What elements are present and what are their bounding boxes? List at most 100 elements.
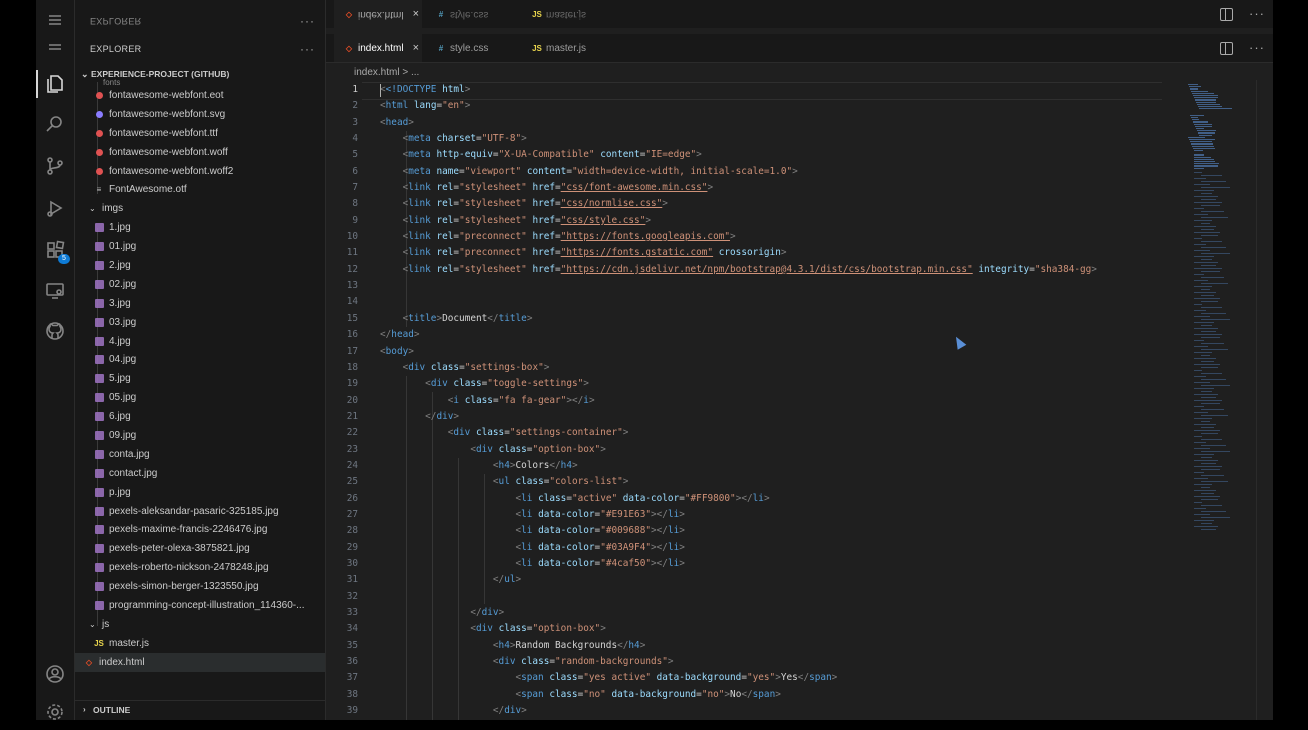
source-control-icon[interactable] — [36, 148, 74, 184]
file-tree-item[interactable]: pexels-roberto-nickson-2478248.jpg — [75, 558, 325, 577]
code-line[interactable]: 28 <li data-color="#009688"></li> — [326, 523, 1186, 539]
code-line[interactable]: 4 <meta charset="UTF-8"> — [326, 131, 1186, 147]
code-line[interactable]: 11 <link rel="preconnect" href="https://… — [326, 245, 1186, 261]
code-line[interactable]: 26 <li class="active" data-color="#FF980… — [326, 491, 1186, 507]
file-tree-item[interactable]: 3.jpg — [75, 294, 325, 313]
extensions-icon[interactable]: 5 — [36, 232, 74, 268]
code-line[interactable]: 15 <title>Document</title> — [326, 311, 1186, 327]
code-line[interactable]: 6 <meta name="viewport" content="width=d… — [326, 164, 1186, 180]
file-tree-item[interactable]: 03.jpg — [75, 313, 325, 332]
code-line[interactable]: 21 </div> — [326, 409, 1186, 425]
file-tree-item[interactable]: pexels-aleksandar-pasaric-325185.jpg — [75, 502, 325, 521]
code-line[interactable]: 12 <link rel="stylesheet" href="https://… — [326, 262, 1186, 278]
file-tree-item[interactable]: 09.jpg — [75, 426, 325, 445]
code-line[interactable]: 38 <span class="no" data-background="no"… — [326, 687, 1186, 703]
more-actions-icon[interactable]: ··· — [300, 14, 315, 28]
code-line[interactable]: 8 <link rel="stylesheet" href="css/norml… — [326, 196, 1186, 212]
folder-fonts-partial[interactable]: fonts — [75, 78, 325, 86]
run-debug-icon[interactable] — [36, 190, 74, 226]
code-line[interactable]: 36 <div class="random-backgrounds"> — [326, 654, 1186, 670]
file-tree-item[interactable]: 1.jpg — [75, 218, 325, 237]
file-tree-item[interactable]: 2.jpg — [75, 256, 325, 275]
code-line[interactable]: 20 <i class="fa fa-gear"></i> — [326, 393, 1186, 409]
file-tree-item[interactable]: fontawesome-webfont.woff — [75, 143, 325, 162]
code-line[interactable]: 32 — [326, 589, 1186, 605]
file-tree-item[interactable]: fontawesome-webfont.svg — [75, 105, 325, 124]
code-line[interactable]: 17 <body> — [326, 344, 1186, 360]
tab-master-js-mirrored[interactable]: JS master.js — [522, 0, 618, 28]
code-line[interactable]: 16 </head> — [326, 327, 1186, 343]
breadcrumb[interactable]: index.html > ... — [354, 67, 419, 78]
outline-section[interactable]: › OUTLINE — [75, 700, 325, 718]
file-tree-item[interactable]: 05.jpg — [75, 388, 325, 407]
code-line[interactable]: 18 <div class="settings-box"> — [326, 360, 1186, 376]
tab-index-html[interactable]: ◇ index.html × — [334, 34, 422, 62]
code-line[interactable]: 19 <div class="toggle-settings"> — [326, 376, 1186, 392]
code-line[interactable]: 24 <h4>Colors</h4> — [326, 458, 1186, 474]
file-tree-item[interactable]: 01.jpg — [75, 237, 325, 256]
account-icon[interactable] — [36, 656, 74, 692]
file-tree-item[interactable]: 02.jpg — [75, 275, 325, 294]
remote-explorer-icon[interactable] — [36, 273, 74, 309]
file-tree-item[interactable]: pexels-maxime-francis-2246476.jpg — [75, 520, 325, 539]
file-tree-item[interactable]: pexels-peter-olexa-3875821.jpg — [75, 539, 325, 558]
folder-imgs[interactable]: ⌄ imgs — [75, 199, 325, 218]
tab-master-js[interactable]: JS master.js — [522, 34, 618, 62]
file-tree-item[interactable]: 6.jpg — [75, 407, 325, 426]
code-line[interactable]: 22 <div class="settings-container"> — [326, 425, 1186, 441]
more-actions-icon[interactable]: ··· — [1249, 41, 1265, 55]
file-tree-item[interactable]: fontawesome-webfont.ttf — [75, 124, 325, 143]
code-line[interactable]: 9 <link rel="stylesheet" href="css/style… — [326, 213, 1186, 229]
code-line[interactable]: 1 <<!DOCTYPE html> — [326, 82, 1186, 98]
tab-style-css-mirrored[interactable]: # style.css — [426, 0, 516, 28]
code-line[interactable]: 23 <div class="option-box"> — [326, 442, 1186, 458]
file-tree-item[interactable]: 04.jpg — [75, 350, 325, 369]
menu-icon-mirrored[interactable] — [36, 30, 74, 66]
code-line[interactable]: 31 </ul> — [326, 572, 1186, 588]
close-icon[interactable]: × — [413, 42, 419, 54]
file-tree-item[interactable]: ◇ index.html — [75, 652, 325, 672]
file-tree-item[interactable]: JS master.js — [75, 634, 325, 653]
code-line[interactable]: 10 <link rel="preconnect" href="https://… — [326, 229, 1186, 245]
file-tree-item[interactable]: conta.jpg — [75, 445, 325, 464]
explorer-more-actions-icon[interactable]: ··· — [300, 42, 315, 56]
vertical-scrollbar[interactable] — [1256, 80, 1271, 720]
minimap[interactable] — [1188, 80, 1250, 531]
files-icon[interactable] — [36, 66, 74, 102]
code-line[interactable]: 14 — [326, 294, 1186, 310]
code-line[interactable]: 7 <link rel="stylesheet" href="css/font-… — [326, 180, 1186, 196]
search-icon[interactable] — [36, 106, 74, 142]
split-editor-icon[interactable] — [1220, 8, 1233, 21]
code-line[interactable]: 2 <html lang="en"> — [326, 98, 1186, 114]
tab-style-css[interactable]: # style.css — [426, 34, 516, 62]
file-tree-item[interactable]: programming-concept-illustration_114360-… — [75, 596, 325, 615]
code-line[interactable]: 37 <span class="yes active" data-backgro… — [326, 670, 1186, 686]
file-tree-item[interactable]: ≡ FontAwesome.otf — [75, 180, 325, 199]
file-tree-item[interactable]: p.jpg — [75, 483, 325, 502]
github-icon[interactable] — [36, 313, 74, 349]
code-line[interactable]: 27 <li data-color="#E91E63"></li> — [326, 507, 1186, 523]
code-line[interactable]: 5 <meta http-equiv="X-UA-Compatible" con… — [326, 147, 1186, 163]
more-actions-icon[interactable]: ··· — [1249, 7, 1265, 21]
code-line[interactable]: 35 <h4>Random Backgrounds</h4> — [326, 638, 1186, 654]
tab-index-html-mirrored[interactable]: ◇ index.html × — [334, 0, 422, 28]
settings-gear-icon[interactable] — [36, 694, 74, 730]
split-editor-icon[interactable] — [1220, 42, 1233, 55]
file-tree-item[interactable]: fontawesome-webfont.woff2 — [75, 162, 325, 181]
code-editor[interactable]: 1 <<!DOCTYPE html> 2 <html lang="en"> 3 <head… — [326, 82, 1186, 719]
code-line[interactable]: 39 </div> — [326, 703, 1186, 719]
file-tree-item[interactable]: fontawesome-webfont.eot — [75, 86, 325, 105]
code-line[interactable]: 13 — [326, 278, 1186, 294]
file-tree-item[interactable]: contact.jpg — [75, 464, 325, 483]
code-line[interactable]: 29 <li data-color="#03A9F4"></li> — [326, 540, 1186, 556]
close-icon[interactable]: × — [413, 8, 419, 20]
file-tree-item[interactable]: 4.jpg — [75, 332, 325, 351]
file-tree-item[interactable]: 5.jpg — [75, 369, 325, 388]
file-tree-item[interactable]: pexels-simon-berger-1323550.jpg — [75, 577, 325, 596]
code-line[interactable]: 3 <head> — [326, 115, 1186, 131]
code-line[interactable]: 34 <div class="option-box"> — [326, 621, 1186, 637]
code-line[interactable]: 25 <ul class="colors-list"> — [326, 474, 1186, 490]
code-line[interactable]: 33 </div> — [326, 605, 1186, 621]
folder-js[interactable]: ⌄ js — [75, 615, 325, 634]
code-line[interactable]: 30 <li data-color="#4caf50"></li> — [326, 556, 1186, 572]
